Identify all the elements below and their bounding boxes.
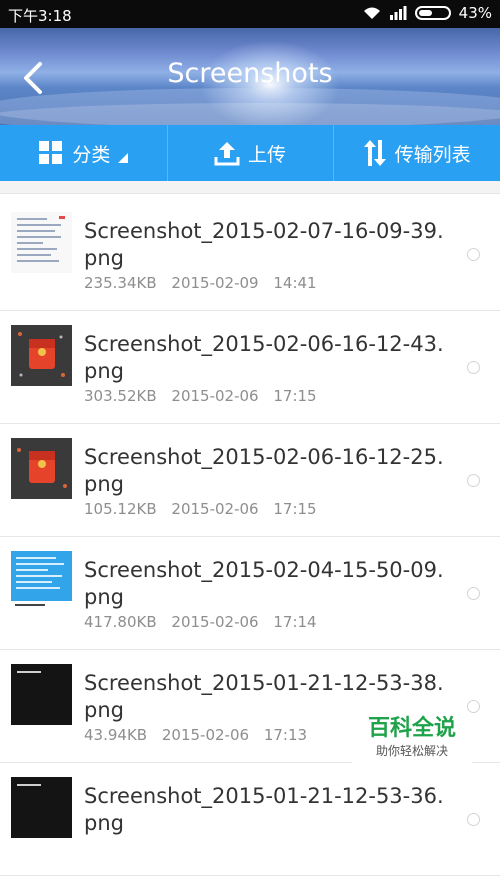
action-toolbar: 分类 上传 传输列表 <box>0 125 500 181</box>
file-row[interactable]: Screenshot_2015-02-04-15-50-09.png 417.8… <box>0 537 500 650</box>
select-radio[interactable] <box>467 248 480 261</box>
file-list: Screenshot_2015-02-07-16-09-39.png 235.3… <box>0 198 500 876</box>
transfer-arrows-icon <box>363 140 386 166</box>
battery-percent: 43% <box>458 4 492 22</box>
file-size: 417.80KB <box>84 613 157 631</box>
file-thumbnail <box>11 325 72 386</box>
file-time: 17:13 <box>263 726 308 744</box>
category-label: 分类 <box>72 143 111 166</box>
transfer-list-label: 传输列表 <box>394 143 471 166</box>
list-top-spacer <box>0 181 500 194</box>
file-date: 2015-02-06 <box>171 387 259 405</box>
banner-wave <box>0 103 500 125</box>
file-meta: 417.80KB 2015-02-06 17:14 <box>84 613 317 631</box>
file-size: 105.12KB <box>84 500 157 518</box>
file-size: 43.94KB <box>84 726 148 744</box>
signal-icon <box>389 6 407 20</box>
category-button[interactable]: 分类 <box>0 125 167 181</box>
file-row[interactable]: Screenshot_2015-02-07-16-09-39.png 235.3… <box>0 198 500 311</box>
file-thumbnail <box>11 777 72 838</box>
file-meta: 105.12KB 2015-02-06 17:15 <box>84 500 317 518</box>
file-meta: 43.94KB 2015-02-06 17:13 <box>84 726 307 744</box>
file-name: Screenshot_2015-01-21-12-53-36.png <box>84 784 444 835</box>
watermark-subtitle: 助你轻松解决 <box>375 744 448 758</box>
watermark-title: 百科全说 <box>367 716 456 741</box>
file-name: Screenshot_2015-02-07-16-09-39.png <box>84 219 444 270</box>
file-time: 17:15 <box>273 387 317 405</box>
file-size: 303.52KB <box>84 387 157 405</box>
file-row[interactable]: Screenshot_2015-02-06-16-12-43.png 303.5… <box>0 311 500 424</box>
upload-icon <box>214 142 240 166</box>
page-title: Screenshots <box>167 58 333 89</box>
file-row[interactable]: Screenshot_2015-01-21-12-53-36.png <box>0 763 500 876</box>
file-time: 14:41 <box>273 274 317 292</box>
file-time: 17:14 <box>273 613 317 631</box>
upload-button[interactable]: 上传 <box>166 125 334 181</box>
file-date: 2015-02-09 <box>171 274 259 292</box>
status-time: 下午3:18 <box>8 7 72 25</box>
file-thumbnail <box>11 551 72 612</box>
watermark-logo: 百科全说 助你轻松解决 <box>352 716 472 764</box>
status-bar: 下午3:18 43% <box>0 0 500 28</box>
select-radio[interactable] <box>467 587 480 600</box>
file-time: 17:15 <box>273 500 317 518</box>
wifi-icon <box>363 7 380 19</box>
file-name: Screenshot_2015-02-06-16-12-25.png <box>84 445 444 496</box>
file-meta <box>84 839 104 857</box>
dropdown-triangle-icon <box>118 153 129 163</box>
battery-icon <box>414 6 451 20</box>
file-name: Screenshot_2015-02-06-16-12-43.png <box>84 332 444 383</box>
select-radio[interactable] <box>467 700 480 713</box>
grid-icon <box>39 141 63 164</box>
select-radio[interactable] <box>467 813 480 826</box>
file-thumbnail <box>11 438 72 499</box>
file-date: 2015-02-06 <box>161 726 250 744</box>
file-meta: 235.34KB 2015-02-09 14:41 <box>84 274 317 292</box>
file-row[interactable]: Screenshot_2015-02-06-16-12-25.png 105.1… <box>0 424 500 537</box>
file-thumbnail <box>11 212 72 273</box>
transfer-list-button[interactable]: 传输列表 <box>333 125 500 181</box>
upload-label: 上传 <box>248 143 287 166</box>
file-name: Screenshot_2015-02-04-15-50-09.png <box>84 558 444 609</box>
file-meta: 303.52KB 2015-02-06 17:15 <box>84 387 317 405</box>
select-radio[interactable] <box>467 361 480 374</box>
file-thumbnail <box>11 664 72 725</box>
select-radio[interactable] <box>467 474 480 487</box>
file-size: 235.34KB <box>84 274 157 292</box>
file-date: 2015-02-06 <box>171 613 259 631</box>
file-date: 2015-02-06 <box>171 500 259 518</box>
